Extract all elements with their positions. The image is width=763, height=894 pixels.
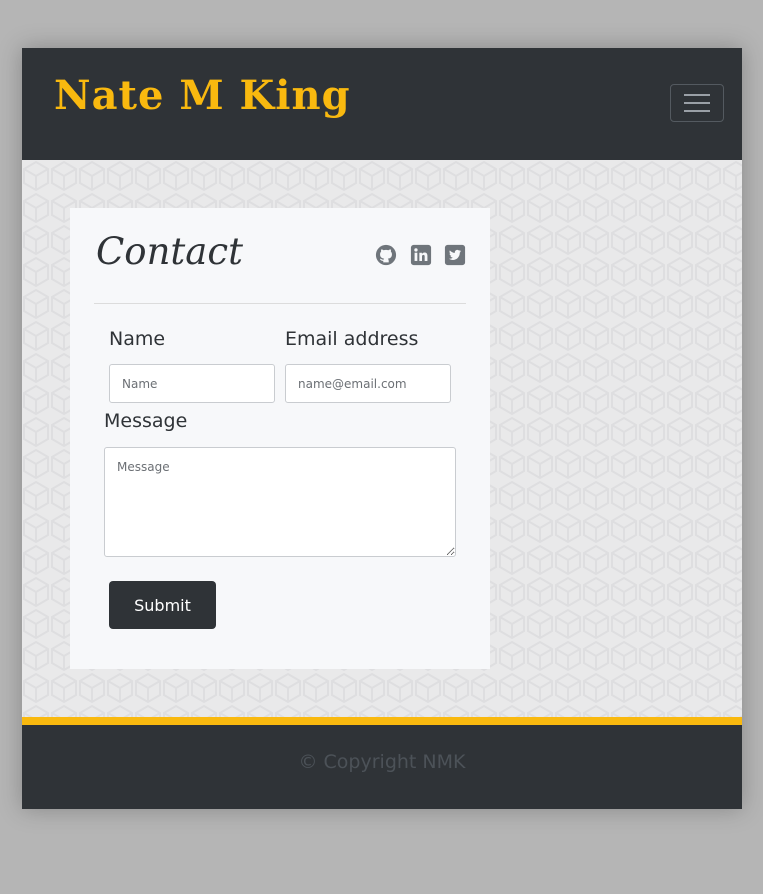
copyright-text: © Copyright NMK (298, 751, 466, 773)
name-input[interactable] (109, 364, 275, 403)
linkedin-icon[interactable] (410, 244, 432, 266)
footer: © Copyright NMK (22, 725, 742, 809)
message-textarea[interactable] (104, 447, 456, 557)
navbar: Nate M King (22, 48, 742, 160)
main-content: Contact Name Email address Mess (22, 160, 742, 717)
contact-title: Contact (96, 230, 243, 273)
menu-toggle-button[interactable] (670, 84, 724, 122)
email-label: Email address (285, 328, 419, 350)
submit-button[interactable]: Submit (109, 581, 216, 629)
title-divider (94, 303, 466, 304)
email-input[interactable] (285, 364, 451, 403)
github-icon[interactable] (375, 244, 397, 266)
brand-logo[interactable]: Nate M King (54, 76, 351, 116)
message-label: Message (104, 410, 188, 432)
page-frame: Nate M King Contact Name Name Email addr… (22, 48, 742, 809)
twitter-icon[interactable] (444, 244, 466, 266)
hamburger-icon (684, 94, 710, 112)
name-label: Name (109, 328, 166, 350)
footer-accent-bar (22, 717, 742, 725)
contact-card: Contact Name Email address Mess (70, 208, 490, 669)
